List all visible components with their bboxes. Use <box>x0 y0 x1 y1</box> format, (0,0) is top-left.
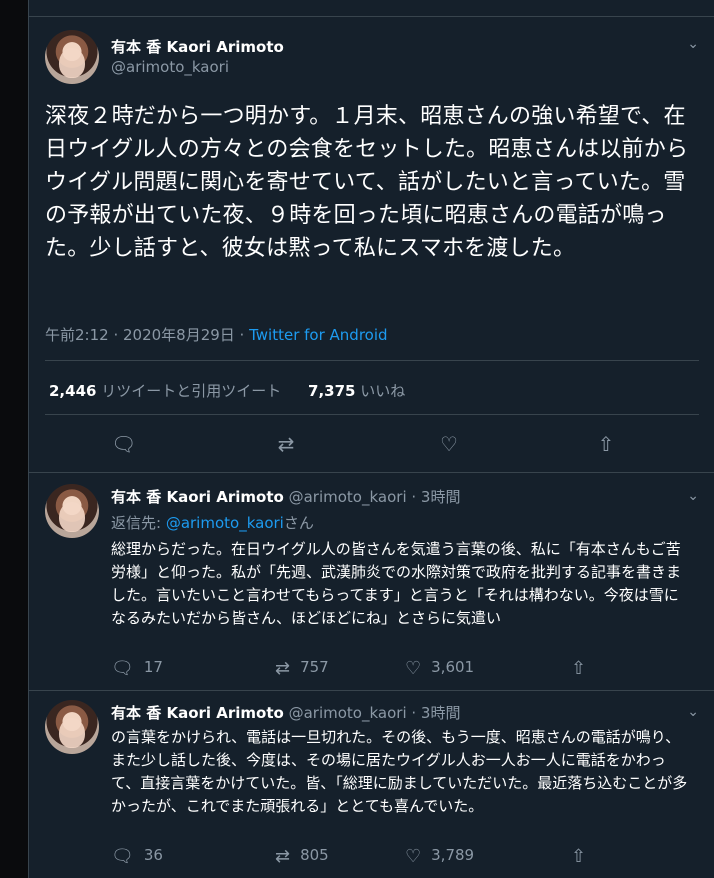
share-icon: ⇧ <box>571 846 587 867</box>
reply-icon: 🗨︎ <box>111 846 134 867</box>
retweet-icon: ⇄ <box>275 846 291 867</box>
engagement-stats: 2,446 リツイートと引用ツイート 7,375 いいね <box>49 380 405 401</box>
retweet-count: 805 <box>300 846 329 864</box>
timestamp[interactable]: 午前2:12 · 2020年8月29日 · <box>45 326 249 344</box>
like-stat-label: いいね <box>360 382 406 400</box>
like-button[interactable]: ♡ 3,601 <box>405 658 474 679</box>
like-stat[interactable]: 7,375 いいね <box>308 382 405 400</box>
share-icon: ⇧ <box>571 658 587 679</box>
tweet-text: の言葉をかけられ、電話は一旦切れた。その後、もう一度、昭恵さんの電話が鳴り、また… <box>111 728 688 815</box>
tweet-text: 深夜２時だから一つ明かす。１月末、昭恵さんの強い希望で、在日ウイグル人の方々との… <box>45 104 689 261</box>
share-button[interactable]: ⇧ <box>571 846 596 867</box>
chevron-down-icon[interactable]: ⌄ <box>687 488 699 504</box>
retweet-stat-label: リツイートと引用ツイート <box>101 382 282 400</box>
like-count: 7,375 <box>308 382 356 400</box>
display-name[interactable]: 有本 香 Kaori Arimoto <box>111 488 284 506</box>
chevron-down-icon[interactable]: ⌄ <box>687 36 699 52</box>
chevron-down-icon[interactable]: ⌄ <box>687 704 699 720</box>
like-count: 3,789 <box>431 846 475 864</box>
divider <box>45 414 699 415</box>
share-button[interactable]: ⇧ <box>571 658 596 679</box>
like-button[interactable]: ♡ 3,789 <box>405 846 474 867</box>
tweet-meta: 午前2:12 · 2020年8月29日 · Twitter for Androi… <box>45 324 388 345</box>
display-name[interactable]: 有本 香 Kaori Arimoto <box>111 704 284 722</box>
retweet-icon[interactable]: ⇄ <box>274 432 298 456</box>
reply-count: 17 <box>143 658 163 676</box>
reply-tweet[interactable]: 有本 香 Kaori Arimoto @arimoto_kaori · 3時間 … <box>29 690 714 878</box>
reply-icon: 🗨︎ <box>111 658 134 679</box>
like-count: 3,601 <box>431 658 475 676</box>
reply-icon[interactable]: 🗨︎ <box>111 432 136 456</box>
reply-tweet[interactable]: 有本 香 Kaori Arimoto @arimoto_kaori · 3時間 … <box>29 472 714 691</box>
retweet-button[interactable]: ⇄ 805 <box>275 846 329 867</box>
reply-button[interactable]: 🗨︎ 36 <box>111 846 163 867</box>
retweet-count: 757 <box>300 658 329 676</box>
heart-icon: ♡ <box>405 658 422 679</box>
retweet-stat[interactable]: 2,446 リツイートと引用ツイート <box>49 382 281 400</box>
tweet-text: 総理からだった。在日ウイグル人の皆さんを気遣う言葉の後、私に「有本さんもご苦労様… <box>111 540 682 627</box>
handle-time[interactable]: @arimoto_kaori · 3時間 <box>289 704 461 722</box>
source-app-link[interactable]: Twitter for Android <box>249 326 387 344</box>
handle-time[interactable]: @arimoto_kaori · 3時間 <box>289 488 461 506</box>
timeline-column: 有本 香 Kaori Arimoto @arimoto_kaori ⌄ 深夜２時… <box>28 0 714 878</box>
tweet-actions: 🗨︎ ⇄ ♡ ⇧ <box>29 428 714 462</box>
retweet-button[interactable]: ⇄ 757 <box>275 658 329 679</box>
heart-icon: ♡ <box>405 846 422 867</box>
avatar[interactable] <box>45 484 99 538</box>
user-handle[interactable]: @arimoto_kaori <box>111 58 229 76</box>
reply-to: 返信先: @arimoto_kaoriさん <box>111 512 314 533</box>
reply-count: 36 <box>143 846 163 864</box>
mention-link[interactable]: @arimoto_kaori <box>166 514 284 532</box>
reply-button[interactable]: 🗨︎ 17 <box>111 658 163 679</box>
heart-icon[interactable]: ♡ <box>437 432 461 456</box>
reply-to-prefix: 返信先: <box>111 514 166 532</box>
retweet-icon: ⇄ <box>275 658 291 679</box>
avatar[interactable] <box>45 700 99 754</box>
share-icon[interactable]: ⇧ <box>594 432 618 456</box>
top-divider <box>29 16 714 17</box>
retweet-count: 2,446 <box>49 382 97 400</box>
divider <box>45 360 699 361</box>
avatar[interactable] <box>45 30 99 84</box>
reply-to-suffix: さん <box>283 514 314 532</box>
display-name[interactable]: 有本 香 Kaori Arimoto <box>111 36 284 57</box>
